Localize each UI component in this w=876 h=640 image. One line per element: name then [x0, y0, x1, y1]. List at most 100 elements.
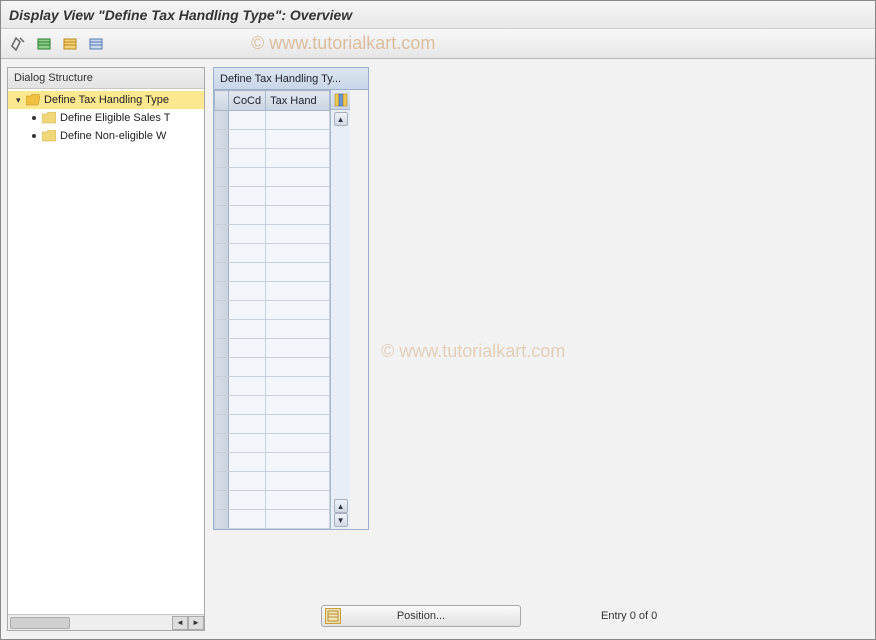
cell-cocd[interactable]: [229, 263, 266, 282]
cell-taxhand[interactable]: [266, 396, 330, 415]
table-row[interactable]: [215, 149, 330, 168]
cell-taxhand[interactable]: [266, 149, 330, 168]
table-row[interactable]: [215, 377, 330, 396]
cell-taxhand[interactable]: [266, 263, 330, 282]
cell-cocd[interactable]: [229, 339, 266, 358]
cell-taxhand[interactable]: [266, 130, 330, 149]
cell-cocd[interactable]: [229, 415, 266, 434]
row-selector[interactable]: [215, 339, 229, 358]
vscroll-up-button[interactable]: ▲: [334, 112, 348, 126]
cell-cocd[interactable]: [229, 396, 266, 415]
cell-taxhand[interactable]: [266, 168, 330, 187]
cell-cocd[interactable]: [229, 149, 266, 168]
tree-collapse-icon[interactable]: ▾: [16, 95, 26, 106]
cell-taxhand[interactable]: [266, 301, 330, 320]
tree-item-define-tax-handling-type[interactable]: ▾ Define Tax Handling Type: [8, 91, 204, 109]
deselect-all-button[interactable]: [85, 33, 107, 55]
cell-cocd[interactable]: [229, 358, 266, 377]
row-selector[interactable]: [215, 377, 229, 396]
row-selector[interactable]: [215, 434, 229, 453]
vscroll-down-button[interactable]: ▼: [334, 513, 348, 527]
table-row[interactable]: [215, 434, 330, 453]
row-selector[interactable]: [215, 149, 229, 168]
cell-cocd[interactable]: [229, 453, 266, 472]
cell-cocd[interactable]: [229, 244, 266, 263]
cell-cocd[interactable]: [229, 434, 266, 453]
grid-vscrollbar[interactable]: ▲ ▲ ▼: [331, 110, 350, 529]
cell-cocd[interactable]: [229, 111, 266, 130]
table-row[interactable]: [215, 396, 330, 415]
table-row[interactable]: [215, 111, 330, 130]
row-selector[interactable]: [215, 472, 229, 491]
table-row[interactable]: [215, 206, 330, 225]
cell-taxhand[interactable]: [266, 225, 330, 244]
cell-taxhand[interactable]: [266, 206, 330, 225]
table-row[interactable]: [215, 358, 330, 377]
row-selector[interactable]: [215, 168, 229, 187]
table-row[interactable]: [215, 301, 330, 320]
table-row[interactable]: [215, 225, 330, 244]
table-row[interactable]: [215, 320, 330, 339]
cell-taxhand[interactable]: [266, 377, 330, 396]
table-row[interactable]: [215, 510, 330, 529]
table-row[interactable]: [215, 244, 330, 263]
cell-cocd[interactable]: [229, 320, 266, 339]
table-row[interactable]: [215, 187, 330, 206]
cell-cocd[interactable]: [229, 377, 266, 396]
table-row[interactable]: [215, 453, 330, 472]
cell-taxhand[interactable]: [266, 111, 330, 130]
table-row[interactable]: [215, 263, 330, 282]
row-selector[interactable]: [215, 187, 229, 206]
cell-cocd[interactable]: [229, 491, 266, 510]
row-selector[interactable]: [215, 111, 229, 130]
row-selector[interactable]: [215, 510, 229, 529]
tree-item-define-non-eligible[interactable]: Define Non-eligible W: [8, 127, 204, 145]
dialog-hscrollbar[interactable]: ◄ ►: [8, 614, 204, 630]
cell-taxhand[interactable]: [266, 339, 330, 358]
cell-taxhand[interactable]: [266, 453, 330, 472]
cell-cocd[interactable]: [229, 301, 266, 320]
row-selector[interactable]: [215, 244, 229, 263]
column-header-taxhand[interactable]: Tax Hand: [266, 91, 330, 111]
cell-cocd[interactable]: [229, 130, 266, 149]
cell-taxhand[interactable]: [266, 472, 330, 491]
cell-taxhand[interactable]: [266, 434, 330, 453]
row-selector[interactable]: [215, 491, 229, 510]
cell-taxhand[interactable]: [266, 510, 330, 529]
position-button[interactable]: Position...: [321, 605, 521, 627]
row-selector[interactable]: [215, 206, 229, 225]
cell-cocd[interactable]: [229, 187, 266, 206]
row-selector[interactable]: [215, 263, 229, 282]
row-selector[interactable]: [215, 130, 229, 149]
row-selector-header[interactable]: [215, 91, 229, 111]
select-all-button[interactable]: [33, 33, 55, 55]
hscroll-left-button[interactable]: ◄: [172, 616, 188, 630]
table-row[interactable]: [215, 339, 330, 358]
row-selector[interactable]: [215, 301, 229, 320]
tree-item-define-eligible-sales[interactable]: Define Eligible Sales T: [8, 109, 204, 127]
row-selector[interactable]: [215, 225, 229, 244]
hscroll-thumb[interactable]: [10, 617, 70, 629]
column-header-cocd[interactable]: CoCd: [229, 91, 266, 111]
table-row[interactable]: [215, 415, 330, 434]
cell-taxhand[interactable]: [266, 415, 330, 434]
row-selector[interactable]: [215, 453, 229, 472]
cell-taxhand[interactable]: [266, 491, 330, 510]
cell-taxhand[interactable]: [266, 282, 330, 301]
configure-columns-button[interactable]: [331, 90, 350, 110]
cell-taxhand[interactable]: [266, 358, 330, 377]
toggle-change-mode-button[interactable]: [7, 33, 29, 55]
row-selector[interactable]: [215, 358, 229, 377]
table-row[interactable]: [215, 130, 330, 149]
data-grid[interactable]: CoCd Tax Hand: [214, 90, 330, 529]
cell-cocd[interactable]: [229, 225, 266, 244]
select-block-button[interactable]: [59, 33, 81, 55]
hscroll-track[interactable]: [8, 616, 172, 630]
cell-taxhand[interactable]: [266, 187, 330, 206]
cell-cocd[interactable]: [229, 472, 266, 491]
row-selector[interactable]: [215, 282, 229, 301]
cell-taxhand[interactable]: [266, 320, 330, 339]
cell-cocd[interactable]: [229, 282, 266, 301]
table-row[interactable]: [215, 282, 330, 301]
row-selector[interactable]: [215, 396, 229, 415]
